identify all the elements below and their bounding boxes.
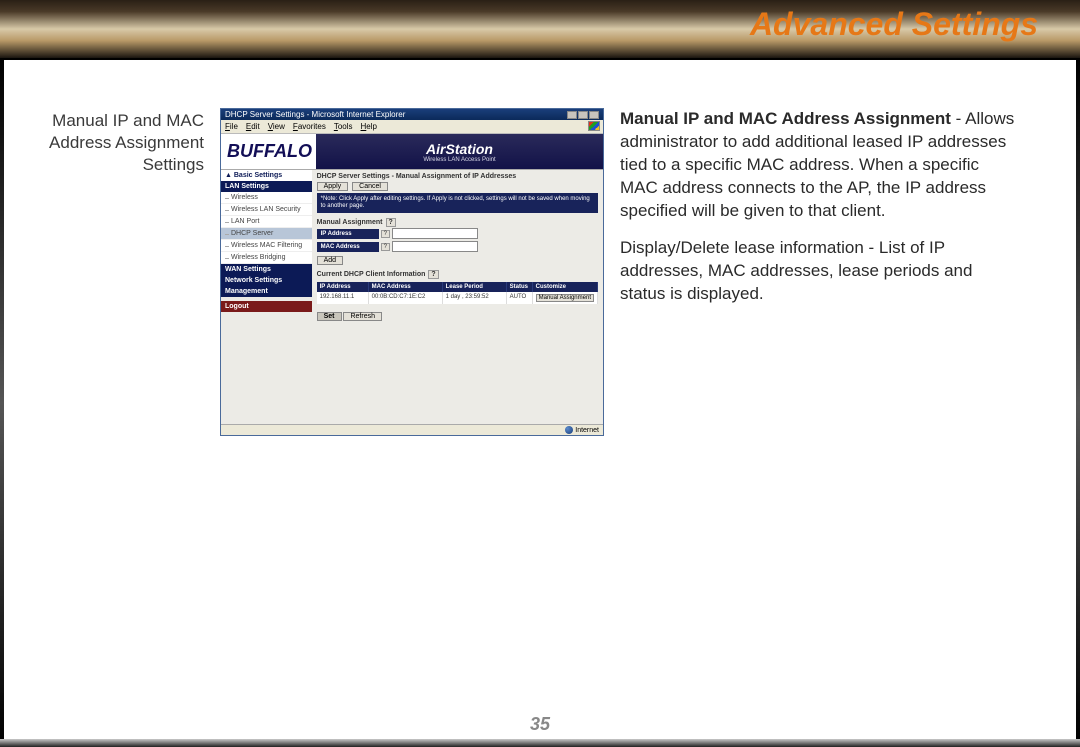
clients-table-header: IP Address MAC Address Lease Period Stat… bbox=[317, 282, 598, 292]
ip-input[interactable] bbox=[392, 228, 478, 239]
desc-para2: Display/Delete lease informa­tion - List… bbox=[620, 237, 1020, 306]
sidebar-network[interactable]: Network Settings bbox=[221, 275, 312, 286]
desc-bold: Manual IP and MAC Address Assignment bbox=[620, 109, 951, 128]
col-status: Status bbox=[507, 282, 533, 292]
minimize-icon[interactable] bbox=[567, 111, 577, 119]
sidebar-item-dhcp[interactable]: DHCP Server bbox=[221, 228, 312, 240]
window-controls bbox=[567, 111, 599, 119]
sidebar-management[interactable]: Management bbox=[221, 286, 312, 297]
product-name: AirStation bbox=[426, 141, 493, 157]
sidebar-item-wlan-security[interactable]: Wireless LAN Security bbox=[221, 204, 312, 216]
page-number: 35 bbox=[0, 714, 1080, 735]
product-subtitle: Wireless LAN Access Point bbox=[423, 157, 495, 163]
menu-favorites[interactable]: Favorites bbox=[293, 122, 326, 131]
sidebar-basic[interactable]: ▲ Basic Settings bbox=[221, 170, 312, 181]
buffalo-logo: BUFFALO bbox=[221, 141, 312, 162]
screenshot-ie-window: DHCP Server Settings - Microsoft Interne… bbox=[220, 108, 604, 436]
menu-view[interactable]: View bbox=[268, 122, 285, 131]
sidebar-item-wireless[interactable]: Wireless bbox=[221, 192, 312, 204]
sidebar-lan[interactable]: LAN Settings bbox=[221, 181, 312, 192]
manual-assignment-head: Manual Assignment? bbox=[317, 219, 598, 226]
panel-heading: DHCP Server Settings - Manual Assignment… bbox=[317, 173, 598, 180]
menu-bar: File Edit View Favorites Tools Help bbox=[221, 120, 603, 134]
cell-mac: 00:0B:CD:C7:1E:C2 bbox=[369, 292, 443, 304]
help-icon[interactable]: ? bbox=[381, 230, 390, 238]
col-mac: MAC Address bbox=[369, 282, 443, 292]
windows-flag-icon bbox=[588, 121, 600, 131]
menu-edit[interactable]: Edit bbox=[246, 122, 260, 131]
sidebar-item-bridging[interactable]: Wireless Bridging bbox=[221, 252, 312, 264]
add-button[interactable]: Add bbox=[317, 256, 343, 265]
menu-help[interactable]: Help bbox=[361, 122, 377, 131]
ip-label: IP Address bbox=[317, 229, 379, 239]
caption-left: Manual IP and MAC Address Assignment Set… bbox=[36, 108, 204, 436]
menu-tools[interactable]: Tools bbox=[334, 122, 353, 131]
mac-label: MAC Address bbox=[317, 242, 379, 252]
set-button[interactable]: Set bbox=[317, 312, 342, 321]
help-icon[interactable]: ? bbox=[386, 218, 396, 227]
table-row: 192.168.11.1 00:0B:CD:C7:1E:C2 1 day , 2… bbox=[317, 292, 598, 304]
main-panel: DHCP Server Settings - Manual Assignment… bbox=[312, 170, 603, 424]
refresh-button[interactable]: Refresh bbox=[343, 312, 382, 321]
status-text: Internet bbox=[575, 427, 599, 434]
maximize-icon[interactable] bbox=[578, 111, 588, 119]
window-titlebar: DHCP Server Settings - Microsoft Interne… bbox=[221, 109, 603, 120]
current-clients-head: Current DHCP Client Information? bbox=[317, 271, 598, 278]
help-icon[interactable]: ? bbox=[381, 243, 390, 251]
sidebar-logout[interactable]: Logout bbox=[221, 301, 312, 312]
sidebar-item-mac-filtering[interactable]: Wireless MAC Filtering bbox=[221, 240, 312, 252]
sidebar-wan[interactable]: WAN Settings bbox=[221, 264, 312, 275]
airstation-banner: AirStation Wireless LAN Access Point bbox=[316, 134, 603, 169]
sidebar: ▲ Basic Settings LAN Settings Wireless W… bbox=[221, 170, 312, 424]
menu-file[interactable]: File bbox=[225, 122, 238, 131]
globe-icon bbox=[565, 426, 573, 434]
col-customize: Customize bbox=[533, 282, 598, 292]
description-text: Manual IP and MAC Address Assignment - A… bbox=[620, 108, 1020, 436]
col-ip: IP Address bbox=[317, 282, 369, 292]
col-lease: Lease Period bbox=[443, 282, 507, 292]
window-title: DHCP Server Settings - Microsoft Interne… bbox=[225, 110, 405, 119]
note-text: *Note: Click Apply after editing setting… bbox=[317, 193, 598, 213]
help-icon[interactable]: ? bbox=[428, 270, 438, 279]
cancel-button[interactable]: Cancel bbox=[352, 182, 388, 191]
page-title: Advanced Settings bbox=[750, 6, 1038, 43]
close-icon[interactable] bbox=[589, 111, 599, 119]
cell-status: AUTO bbox=[507, 292, 533, 304]
apply-button[interactable]: Apply bbox=[317, 182, 349, 191]
border-bottom bbox=[0, 739, 1080, 747]
cell-lease: 1 day , 23:59:52 bbox=[443, 292, 507, 304]
manual-assignment-button[interactable]: Manual Assignment bbox=[536, 294, 594, 302]
mac-input[interactable] bbox=[392, 241, 478, 252]
sidebar-item-lan-port[interactable]: LAN Port bbox=[221, 216, 312, 228]
status-bar: Internet bbox=[221, 424, 603, 435]
cell-ip: 192.168.11.1 bbox=[317, 292, 369, 304]
